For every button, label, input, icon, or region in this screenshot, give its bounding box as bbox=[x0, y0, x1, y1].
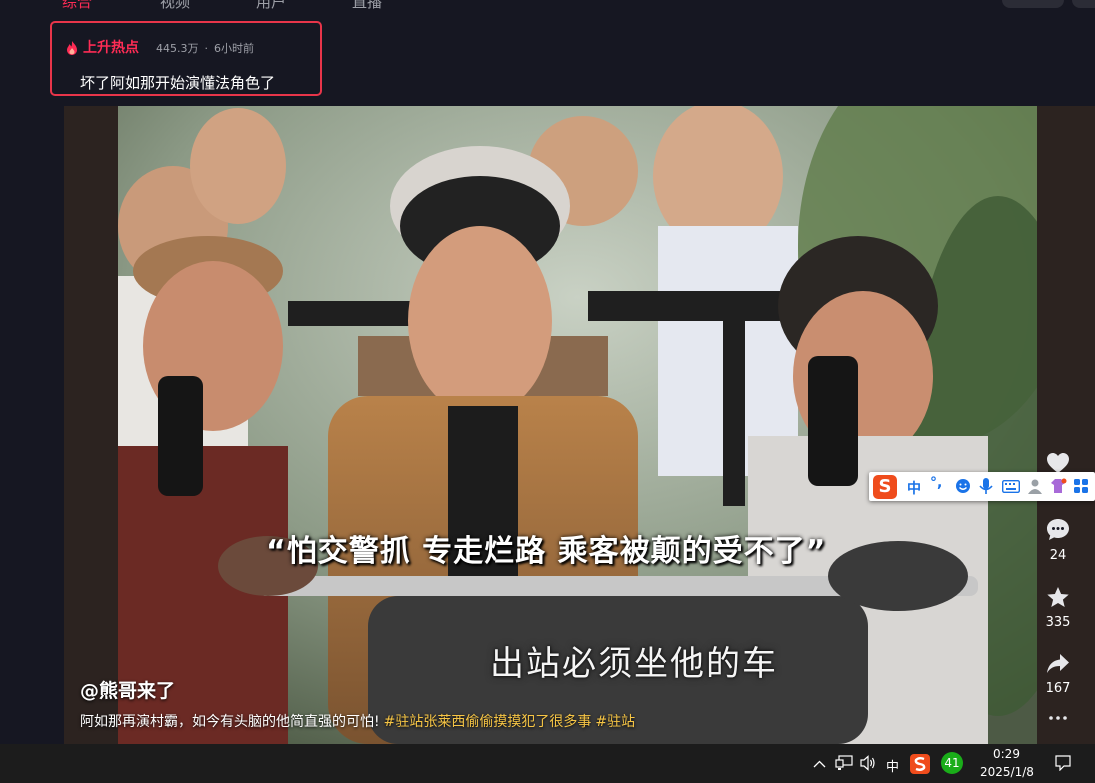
video-player[interactable]: “怕交警抓 专走烂路 乘客被颠的受不了” 出站必须坐他的车 @熊哥来了 阿如那再… bbox=[64, 106, 1095, 744]
like-button[interactable] bbox=[1038, 452, 1078, 474]
clock-date[interactable]: 2025/1/8 bbox=[980, 765, 1034, 779]
comment-icon bbox=[1047, 519, 1069, 540]
share-icon bbox=[1047, 654, 1069, 673]
more-button[interactable] bbox=[1038, 714, 1078, 722]
notification-icon[interactable] bbox=[1055, 755, 1071, 771]
heart-icon bbox=[1047, 453, 1069, 473]
chevron-up-icon[interactable] bbox=[813, 760, 826, 768]
favorite-count: 335 bbox=[1045, 615, 1071, 630]
video-description: 阿如那再演村霸，如今有头脑的他简直强的可怕! #驻站张莱西偷偷摸摸犯了很多事 #驻站 bbox=[80, 711, 635, 731]
skin-icon[interactable] bbox=[1049, 478, 1067, 494]
ime-language-toggle[interactable]: 中 bbox=[907, 478, 921, 498]
skin-icon[interactable] bbox=[1027, 478, 1043, 494]
hot-topic-meta: 445.3万 · 6小时前 bbox=[156, 40, 254, 56]
taskbar: 中 41 0:29 2025/1/8 bbox=[0, 744, 1095, 783]
emoji-icon[interactable] bbox=[955, 478, 971, 494]
tab-users[interactable]: 用户 bbox=[256, 0, 286, 12]
toolbox-icon[interactable] bbox=[1073, 478, 1089, 494]
view-count: 445.3万 bbox=[156, 42, 199, 55]
hot-topic-headline[interactable]: 坏了阿如那开始演懂法角色了 bbox=[80, 72, 275, 93]
post-time: 6小时前 bbox=[214, 42, 254, 55]
video-description-text: 阿如那再演村霸，如今有头脑的他简直强的可怕! bbox=[80, 714, 380, 730]
tab-live[interactable]: 直播 bbox=[352, 0, 382, 12]
mic-icon[interactable] bbox=[979, 478, 993, 495]
sogou-icon[interactable]: S bbox=[873, 475, 897, 499]
clock-time[interactable]: 0:29 bbox=[993, 747, 1020, 761]
hot-topic-card[interactable]: 上升热点 445.3万 · 6小时前 坏了阿如那开始演懂法角色了 bbox=[50, 21, 322, 96]
ime-toolbar[interactable]: S 中 °, bbox=[869, 472, 1095, 501]
comment-count: 24 bbox=[1049, 548, 1067, 563]
comment-button[interactable]: 24 bbox=[1038, 518, 1078, 563]
wechat-icon[interactable]: 41 bbox=[941, 752, 963, 774]
top-nav: 综合 视频 用户 直播 bbox=[0, 0, 1095, 14]
taskbar-ime-language[interactable]: 中 bbox=[886, 756, 899, 775]
video-tag[interactable]: #驻站张莱西偷偷摸摸犯了很多事 bbox=[384, 714, 592, 730]
share-button[interactable]: 167 bbox=[1038, 653, 1078, 696]
volume-icon[interactable] bbox=[860, 755, 876, 771]
filter-button[interactable] bbox=[1002, 0, 1064, 8]
favorite-button[interactable]: 335 bbox=[1038, 586, 1078, 630]
network-icon[interactable] bbox=[835, 755, 853, 771]
keyboard-icon[interactable] bbox=[1002, 480, 1020, 493]
video-subtitle-caption: 出站必须坐他的车 bbox=[490, 644, 778, 684]
meta-separator: · bbox=[204, 42, 209, 55]
more-filter-button[interactable] bbox=[1072, 0, 1095, 8]
tab-video[interactable]: 视频 bbox=[160, 0, 190, 12]
video-author[interactable]: @熊哥来了 bbox=[80, 676, 175, 703]
hot-topic-label: 上升热点 bbox=[83, 40, 139, 56]
ime-punctuation-toggle[interactable]: °, bbox=[930, 475, 942, 491]
more-icon bbox=[1049, 716, 1067, 720]
star-icon bbox=[1047, 587, 1069, 607]
tab-all[interactable]: 综合 bbox=[62, 0, 92, 12]
sogou-icon[interactable] bbox=[910, 754, 930, 774]
share-count: 167 bbox=[1045, 681, 1071, 696]
fire-icon bbox=[67, 41, 77, 55]
video-tag[interactable]: #驻站 bbox=[595, 714, 635, 730]
video-subtitle-main: “怕交警抓 专走烂路 乘客被颠的受不了” bbox=[266, 534, 827, 569]
video-frame: “怕交警抓 专走烂路 乘客被颠的受不了” 出站必须坐他的车 bbox=[118, 106, 1037, 744]
